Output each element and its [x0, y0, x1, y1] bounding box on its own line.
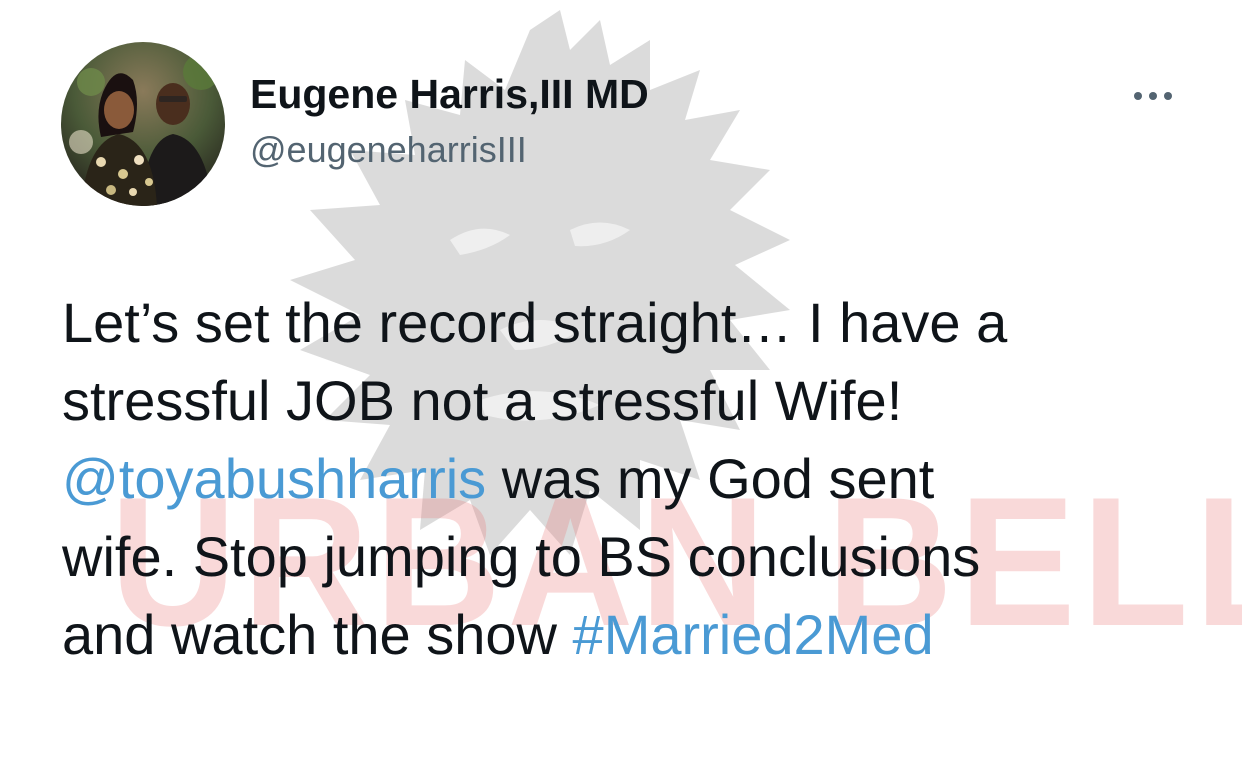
tweet-text-line-1: Let’s set the record straight… I have a [62, 291, 1008, 354]
tweet-text: Let’s set the record straight… I have a … [62, 284, 1212, 674]
more-horizontal-icon[interactable] [1128, 86, 1178, 106]
hashtag-link[interactable]: #Married2Med [573, 603, 934, 666]
tweet-text-line-5-start: and watch the show [62, 603, 573, 666]
tweet-text-line-2: stressful JOB not a stressful Wife! [62, 369, 903, 432]
tweet-text-line-5: and watch the show #Married2Med [62, 596, 1212, 674]
profile-photo-image [61, 42, 225, 206]
tweet-text-line-3: @toyabushharris was my God sent [62, 440, 1212, 518]
author-handle[interactable]: @eugeneharrisIII [250, 126, 649, 174]
author-display-name[interactable]: Eugene Harris,III MD [250, 70, 649, 118]
mention-link[interactable]: @toyabushharris [62, 447, 486, 510]
tweet-header: Eugene Harris,III MD @eugeneharrisIII [250, 70, 649, 174]
tweet-text-line-4: wife. Stop jumping to BS conclusions [62, 525, 981, 588]
tweet-card: URBAN BELLE [0, 0, 1242, 766]
avatar[interactable] [61, 42, 225, 206]
tweet-text-line-3-rest: was my God sent [486, 447, 935, 510]
